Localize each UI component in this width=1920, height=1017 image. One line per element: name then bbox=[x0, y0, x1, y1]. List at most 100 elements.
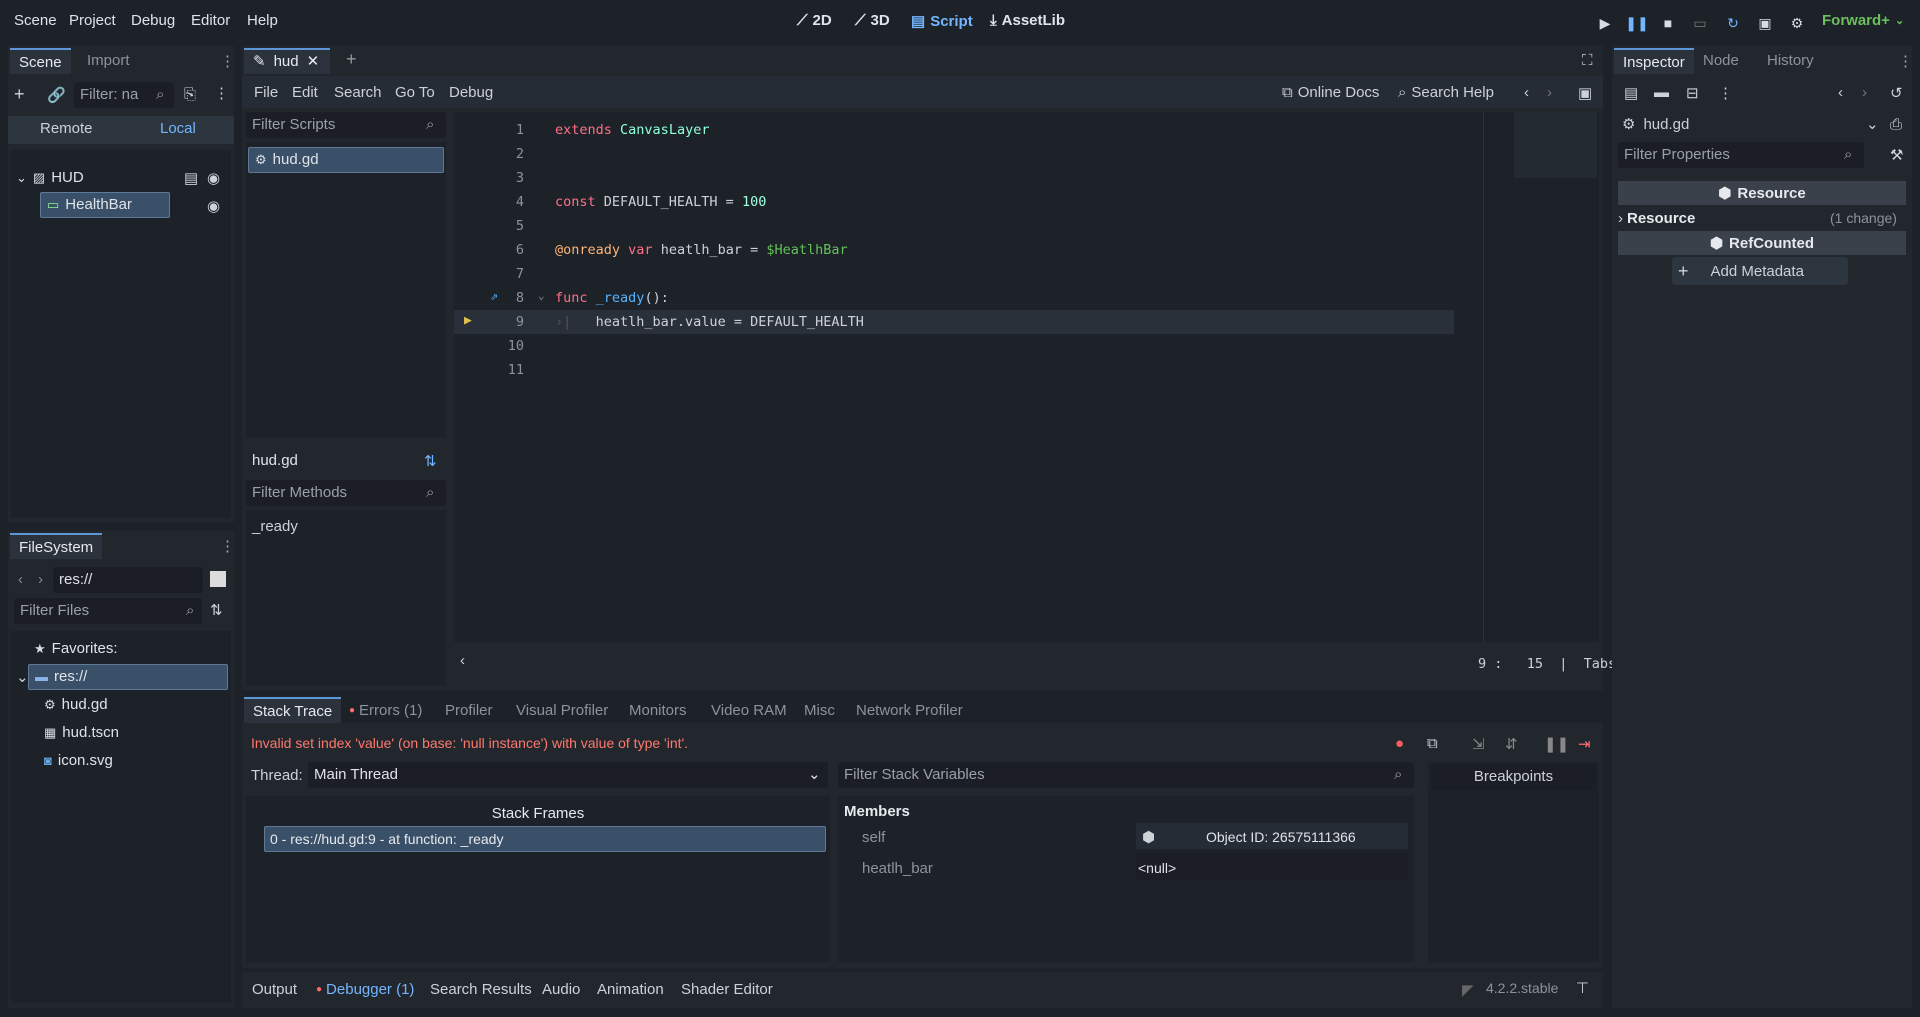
save-icon[interactable]: ⊟ bbox=[1686, 84, 1699, 102]
expand-arrow-icon[interactable]: ⌄ bbox=[16, 668, 29, 686]
sort-icon[interactable]: ⇅ bbox=[210, 601, 223, 619]
stop-icon[interactable]: ■ bbox=[1657, 12, 1679, 34]
script-item-hud-gd[interactable]: ⚙ hud.gd bbox=[248, 147, 444, 173]
bottom-tab-debugger[interactable]: ● Debugger (1) bbox=[316, 981, 414, 998]
workspace-3d-button[interactable]: ⟋ 3D bbox=[855, 12, 890, 29]
tab-monitors[interactable]: Monitors bbox=[629, 702, 687, 719]
file-item-icon-svg[interactable]: ◙ icon.svg bbox=[44, 748, 113, 774]
menu-dots-icon[interactable]: ⋮ bbox=[220, 537, 235, 555]
remote-tab[interactable]: Remote bbox=[40, 120, 93, 137]
remote-debug-icon[interactable]: ▭ bbox=[1689, 12, 1711, 34]
tab-inspector[interactable]: Inspector bbox=[1614, 48, 1694, 74]
step-into-icon[interactable]: ⇲ bbox=[1472, 735, 1485, 753]
tab-filesystem[interactable]: FileSystem bbox=[10, 533, 103, 559]
prev-script-icon[interactable]: ‹ bbox=[1524, 84, 1529, 101]
continue-icon[interactable]: ⇥ bbox=[1578, 735, 1591, 753]
step-over-icon[interactable]: ⇵ bbox=[1505, 735, 1518, 753]
script-menu-edit[interactable]: Edit bbox=[292, 84, 318, 101]
tab-visual-profiler[interactable]: Visual Profiler bbox=[516, 702, 608, 719]
visibility-eye-icon[interactable]: ◉ bbox=[207, 169, 220, 187]
forward-icon[interactable]: › bbox=[38, 571, 43, 588]
workspace-assetlib-button[interactable]: ⤓ AssetLib bbox=[990, 12, 1065, 29]
filter-scripts-input[interactable]: Filter Scripts ⌕ bbox=[246, 112, 446, 138]
file-item-hud-gd[interactable]: ⚙ hud.gd bbox=[44, 692, 108, 718]
menu-project[interactable]: Project bbox=[69, 12, 116, 29]
renderer-select[interactable]: Forward+ ⌄ bbox=[1822, 12, 1904, 29]
play-icon[interactable]: ▶ bbox=[1594, 12, 1616, 34]
copy-icon[interactable]: ⧉ bbox=[1427, 735, 1438, 752]
reload-icon[interactable]: ↻ bbox=[1722, 12, 1744, 34]
toggle-panel-icon[interactable]: ▣ bbox=[1578, 84, 1592, 102]
tab-errors[interactable]: ● Errors (1) bbox=[349, 702, 422, 719]
open-folder-icon[interactable]: ▬ bbox=[1654, 84, 1669, 101]
script-menu-file[interactable]: File bbox=[254, 84, 278, 101]
resource-selector[interactable]: ⚙ hud.gd ⌄ bbox=[1622, 115, 1879, 134]
var-value-box[interactable] bbox=[1136, 854, 1408, 880]
history-icon[interactable]: ↺ bbox=[1890, 84, 1903, 102]
script-attached-icon[interactable]: ▤ bbox=[184, 169, 198, 187]
menu-dots-icon[interactable]: ⋮ bbox=[1898, 52, 1913, 70]
tab-history[interactable]: History bbox=[1758, 48, 1823, 74]
method-item-ready[interactable]: _ready bbox=[252, 518, 298, 535]
bottom-tab-shader-editor[interactable]: Shader Editor bbox=[681, 981, 773, 998]
movie-icon[interactable]: ▣ bbox=[1754, 12, 1776, 34]
online-docs-button[interactable]: ⧉ Online Docs bbox=[1282, 84, 1379, 101]
new-tab-icon[interactable]: + bbox=[346, 49, 357, 70]
forward-icon[interactable]: › bbox=[1862, 84, 1867, 101]
filter-files-input[interactable]: Filter Files ⌕ bbox=[14, 598, 202, 624]
bottom-tab-output[interactable]: Output bbox=[252, 981, 297, 998]
tab-node[interactable]: Node bbox=[1694, 48, 1748, 74]
tools-icon[interactable]: ⚒ bbox=[1890, 146, 1903, 164]
tree-node-healthbar[interactable]: ▭ HealthBar bbox=[40, 192, 170, 218]
next-script-icon[interactable]: › bbox=[1547, 84, 1552, 101]
visibility-eye-icon[interactable]: ◉ bbox=[207, 197, 220, 215]
script-menu-goto[interactable]: Go To bbox=[395, 84, 435, 101]
resource-category-row[interactable]: › Resource (1 change) bbox=[1618, 207, 1906, 229]
fold-arrow-icon[interactable]: ⌄ bbox=[538, 289, 545, 302]
bottom-tab-audio[interactable]: Audio bbox=[542, 981, 580, 998]
stack-frame-row[interactable]: 0 - res://hud.gd:9 - at function: _ready bbox=[264, 826, 826, 852]
link-icon[interactable]: 🔗 bbox=[47, 86, 66, 104]
doc-icon[interactable]: ⎙ bbox=[1890, 116, 1902, 133]
instance-scene-icon[interactable]: ⎘ bbox=[184, 86, 196, 103]
tab-stack-trace[interactable]: Stack Trace bbox=[244, 697, 342, 723]
new-resource-icon[interactable]: ▤ bbox=[1624, 84, 1638, 102]
back-icon[interactable]: ‹ bbox=[1838, 84, 1843, 101]
bottom-tab-search-results[interactable]: Search Results bbox=[430, 981, 532, 998]
script-menu-debug[interactable]: Debug bbox=[449, 84, 493, 101]
filter-stack-variables-input[interactable]: Filter Stack Variables ⌕ bbox=[838, 762, 1414, 788]
tab-hud[interactable]: ✎ hud ✕ bbox=[244, 48, 330, 74]
fullscreen-icon[interactable]: ⛶ bbox=[1582, 52, 1593, 69]
add-metadata-button[interactable]: + Add Metadata bbox=[1672, 257, 1848, 285]
bottom-tab-animation[interactable]: Animation bbox=[597, 981, 664, 998]
add-node-icon[interactable]: + bbox=[14, 84, 25, 105]
record-icon[interactable]: ● bbox=[1395, 735, 1404, 752]
menu-dots-icon[interactable]: ⋮ bbox=[214, 84, 229, 102]
tab-video-ram[interactable]: Video RAM bbox=[711, 702, 787, 719]
settings-icon[interactable]: ⚙ bbox=[1786, 12, 1808, 34]
expand-panel-icon[interactable]: ⊤ bbox=[1576, 979, 1589, 997]
split-mode-icon[interactable] bbox=[210, 571, 226, 587]
filter-properties-input[interactable]: Filter Properties ⌕ bbox=[1618, 142, 1864, 168]
tree-node-hud[interactable]: ⌄ ▨ HUD bbox=[16, 165, 84, 191]
tab-profiler[interactable]: Profiler bbox=[445, 702, 493, 719]
tab-network-profiler[interactable]: Network Profiler bbox=[856, 702, 963, 719]
favorites-row[interactable]: ★ Favorites: bbox=[34, 636, 118, 662]
tab-scene[interactable]: Scene bbox=[10, 48, 71, 74]
connected-signal-icon[interactable]: ⇗ bbox=[490, 289, 498, 304]
search-help-button[interactable]: ⌕ Search Help bbox=[1398, 84, 1494, 101]
script-menu-search[interactable]: Search bbox=[334, 84, 382, 101]
collapse-icon[interactable]: ‹ bbox=[460, 652, 465, 669]
menu-editor[interactable]: Editor bbox=[191, 12, 230, 29]
sort-icon[interactable]: ⇅ bbox=[424, 452, 437, 470]
thread-select[interactable]: Main Thread ⌄ bbox=[308, 762, 828, 788]
local-tab[interactable]: Local bbox=[160, 120, 196, 137]
close-icon[interactable]: ✕ bbox=[307, 49, 320, 75]
path-field[interactable]: res:// bbox=[53, 567, 203, 593]
menu-dots-icon[interactable]: ⋮ bbox=[220, 52, 235, 70]
file-item-root[interactable]: ▬ res:// bbox=[28, 664, 228, 690]
menu-scene[interactable]: Scene bbox=[14, 12, 57, 29]
tab-misc[interactable]: Misc bbox=[804, 702, 835, 719]
workspace-2d-button[interactable]: ⟋ 2D bbox=[797, 12, 832, 29]
scene-filter-input[interactable]: Filter: na ⌕ bbox=[74, 82, 174, 108]
